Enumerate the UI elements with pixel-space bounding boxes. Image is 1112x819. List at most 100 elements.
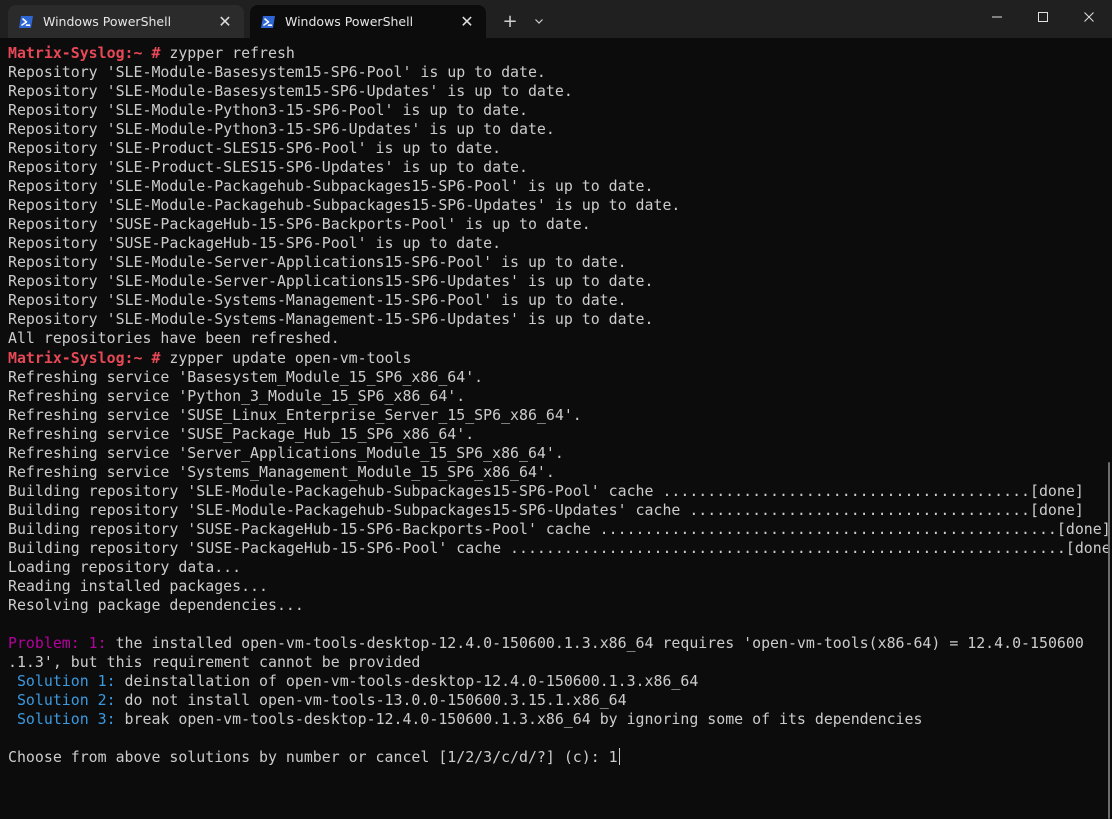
- output-text: Refreshing service 'SUSE_Package_Hub_15_…: [8, 424, 475, 443]
- terminal-line: Solution 2: do not install open-vm-tools…: [8, 691, 1104, 710]
- output-text: Refreshing service 'Server_Applications_…: [8, 443, 564, 462]
- terminal-line: Building repository 'SLE-Module-Packageh…: [8, 501, 1104, 520]
- output-text: Repository 'SLE-Module-Packagehub-Subpac…: [8, 177, 654, 196]
- tab-title: Windows PowerShell: [285, 14, 414, 29]
- solution-text: Solution 3:: [16, 710, 116, 729]
- close-window-button[interactable]: [1066, 0, 1112, 34]
- powershell-icon: [19, 15, 33, 28]
- output-text: Repository 'SLE-Module-Basesystem15-SP6-…: [8, 63, 546, 82]
- close-tab-button[interactable]: ✕: [214, 11, 236, 33]
- terminal-line: Refreshing service 'SUSE_Linux_Enterpris…: [8, 406, 1104, 425]
- new-tab-button[interactable]: +: [496, 8, 524, 34]
- terminal-line: Repository 'SLE-Module-Basesystem15-SP6-…: [8, 82, 1104, 101]
- terminal-line: Reading installed packages...: [8, 577, 1104, 596]
- close-icon: [1084, 12, 1094, 22]
- minimize-button[interactable]: [974, 0, 1020, 34]
- output-text: Repository 'SLE-Module-Systems-Managemen…: [8, 291, 627, 310]
- maximize-button[interactable]: [1020, 0, 1066, 34]
- terminal-line: Refreshing service 'Basesystem_Module_15…: [8, 368, 1104, 387]
- terminal-line: Repository 'SLE-Module-Systems-Managemen…: [8, 310, 1104, 329]
- terminal-line: Refreshing service 'Systems_Management_M…: [8, 463, 1104, 482]
- solution-text: Solution 1:: [16, 672, 116, 691]
- output-text: Repository 'SLE-Product-SLES15-SP6-Updat…: [8, 158, 528, 177]
- close-tab-button[interactable]: ✕: [456, 11, 478, 33]
- terminal-line: Refreshing service 'Python_3_Module_15_S…: [8, 387, 1104, 406]
- output-text: Building repository 'SUSE-PackageHub-15-…: [8, 519, 1111, 538]
- terminal-line: Repository 'SLE-Product-SLES15-SP6-Pool'…: [8, 139, 1104, 158]
- output-text: do not install open-vm-tools-13.0.0-1506…: [115, 691, 627, 710]
- output-text: Building repository 'SUSE-PackageHub-15-…: [8, 538, 1112, 557]
- terminal-line: Resolving package dependencies...: [8, 596, 1104, 615]
- maximize-icon: [1038, 12, 1048, 22]
- output-text: Repository 'SLE-Module-Packagehub-Subpac…: [8, 196, 681, 215]
- output-text: Building repository 'SLE-Module-Packageh…: [8, 500, 1084, 519]
- output-text: Reading installed packages...: [8, 576, 268, 595]
- terminal-line: All repositories have been refreshed.: [8, 329, 1104, 348]
- solution-text: Solution 2:: [16, 691, 116, 710]
- terminal-line: Solution 3: break open-vm-tools-desktop-…: [8, 710, 1104, 729]
- terminal-output[interactable]: Matrix-Syslog:~ # zypper refresh Reposito…: [8, 44, 1112, 819]
- terminal-line: Refreshing service 'Server_Applications_…: [8, 444, 1104, 463]
- output-text: Refreshing service 'Python_3_Module_15_S…: [8, 386, 466, 405]
- output-text: Repository 'SLE-Product-SLES15-SP6-Pool'…: [8, 139, 502, 158]
- terminal-line: Repository 'SLE-Module-Packagehub-Subpac…: [8, 196, 1104, 215]
- prompt-text: Matrix-Syslog:~ #: [8, 348, 161, 367]
- terminal-line: Repository 'SLE-Module-Python3-15-SP6-Po…: [8, 101, 1104, 120]
- output-text: Repository 'SUSE-PackageHub-15-SP6-Pool'…: [8, 234, 502, 253]
- scrollbar[interactable]: [1108, 462, 1110, 819]
- output-text: Repository 'SLE-Module-Systems-Managemen…: [8, 310, 654, 329]
- output-text: the installed open-vm-tools-desktop-12.4…: [106, 633, 1084, 652]
- output-text: Repository 'SLE-Module-Server-Applicatio…: [8, 272, 654, 291]
- output-text: Resolving package dependencies...: [8, 595, 304, 614]
- output-text: break open-vm-tools-desktop-12.4.0-15060…: [115, 710, 923, 729]
- terminal-line: Building repository 'SLE-Module-Packageh…: [8, 482, 1104, 501]
- output-text: Building repository 'SLE-Module-Packageh…: [8, 481, 1084, 500]
- terminal-line: .1.3', but this requirement cannot be pr…: [8, 653, 1104, 672]
- chevron-down-icon: [535, 19, 543, 24]
- terminal-line: Repository 'SLE-Module-Server-Applicatio…: [8, 272, 1104, 291]
- output-text: Refreshing service 'Basesystem_Module_15…: [8, 367, 484, 386]
- output-text: Refreshing service 'Systems_Management_M…: [8, 462, 555, 481]
- output-text: Choose from above solutions by number or…: [8, 748, 618, 767]
- title-bar: Windows PowerShell ✕ Windows PowerShell …: [0, 0, 1112, 38]
- terminal-line: Repository 'SLE-Product-SLES15-SP6-Updat…: [8, 158, 1104, 177]
- terminal-line: Refreshing service 'SUSE_Package_Hub_15_…: [8, 425, 1104, 444]
- terminal-line: Repository 'SUSE-PackageHub-15-SP6-Pool'…: [8, 234, 1104, 253]
- output-text: Repository 'SLE-Module-Python3-15-SP6-Po…: [8, 101, 528, 120]
- minimize-icon: [992, 16, 1002, 18]
- output-text: zypper update open-vm-tools: [160, 348, 412, 367]
- output-text: Repository 'SLE-Module-Basesystem15-SP6-…: [8, 82, 573, 101]
- output-text: deinstallation of open-vm-tools-desktop-…: [115, 672, 699, 691]
- output-text: .1.3', but this requirement cannot be pr…: [8, 653, 421, 671]
- output-text: zypper refresh: [160, 44, 295, 62]
- prompt-text: Matrix-Syslog:~ #: [8, 44, 161, 62]
- output-text: All repositories have been refreshed.: [8, 329, 340, 348]
- terminal-line: Problem: 1: the installed open-vm-tools-…: [8, 634, 1104, 653]
- tab-dropdown-button[interactable]: [527, 8, 551, 34]
- tab-title: Windows PowerShell: [43, 14, 172, 29]
- terminal-line: Repository 'SLE-Module-Basesystem15-SP6-…: [8, 63, 1104, 82]
- output-text: Repository 'SLE-Module-Server-Applicatio…: [8, 253, 627, 272]
- terminal-line: Loading repository data...: [8, 558, 1104, 577]
- text-cursor: [618, 748, 621, 766]
- tab-powershell-1[interactable]: Windows PowerShell ✕: [8, 5, 244, 38]
- output-text: Repository 'SUSE-PackageHub-15-SP6-Backp…: [8, 215, 591, 234]
- terminal-line: Solution 1: deinstallation of open-vm-to…: [8, 672, 1104, 691]
- output-text: Loading repository data...: [8, 557, 242, 576]
- powershell-icon: [261, 15, 275, 28]
- terminal-line: Building repository 'SUSE-PackageHub-15-…: [8, 539, 1112, 558]
- terminal-line: Matrix-Syslog:~ # zypper update open-vm-…: [8, 349, 1104, 368]
- terminal-line: Repository 'SLE-Module-Systems-Managemen…: [8, 291, 1104, 310]
- tab-powershell-2[interactable]: Windows PowerShell ✕: [250, 5, 486, 38]
- output-text: Refreshing service 'SUSE_Linux_Enterpris…: [8, 405, 582, 424]
- terminal-line: Matrix-Syslog:~ # zypper refresh: [8, 44, 1104, 63]
- terminal-line: Repository 'SLE-Module-Server-Applicatio…: [8, 253, 1104, 272]
- terminal-line: Repository 'SLE-Module-Python3-15-SP6-Up…: [8, 120, 1104, 139]
- output-text: Repository 'SLE-Module-Python3-15-SP6-Up…: [8, 120, 555, 139]
- terminal-line: Repository 'SLE-Module-Packagehub-Subpac…: [8, 177, 1104, 196]
